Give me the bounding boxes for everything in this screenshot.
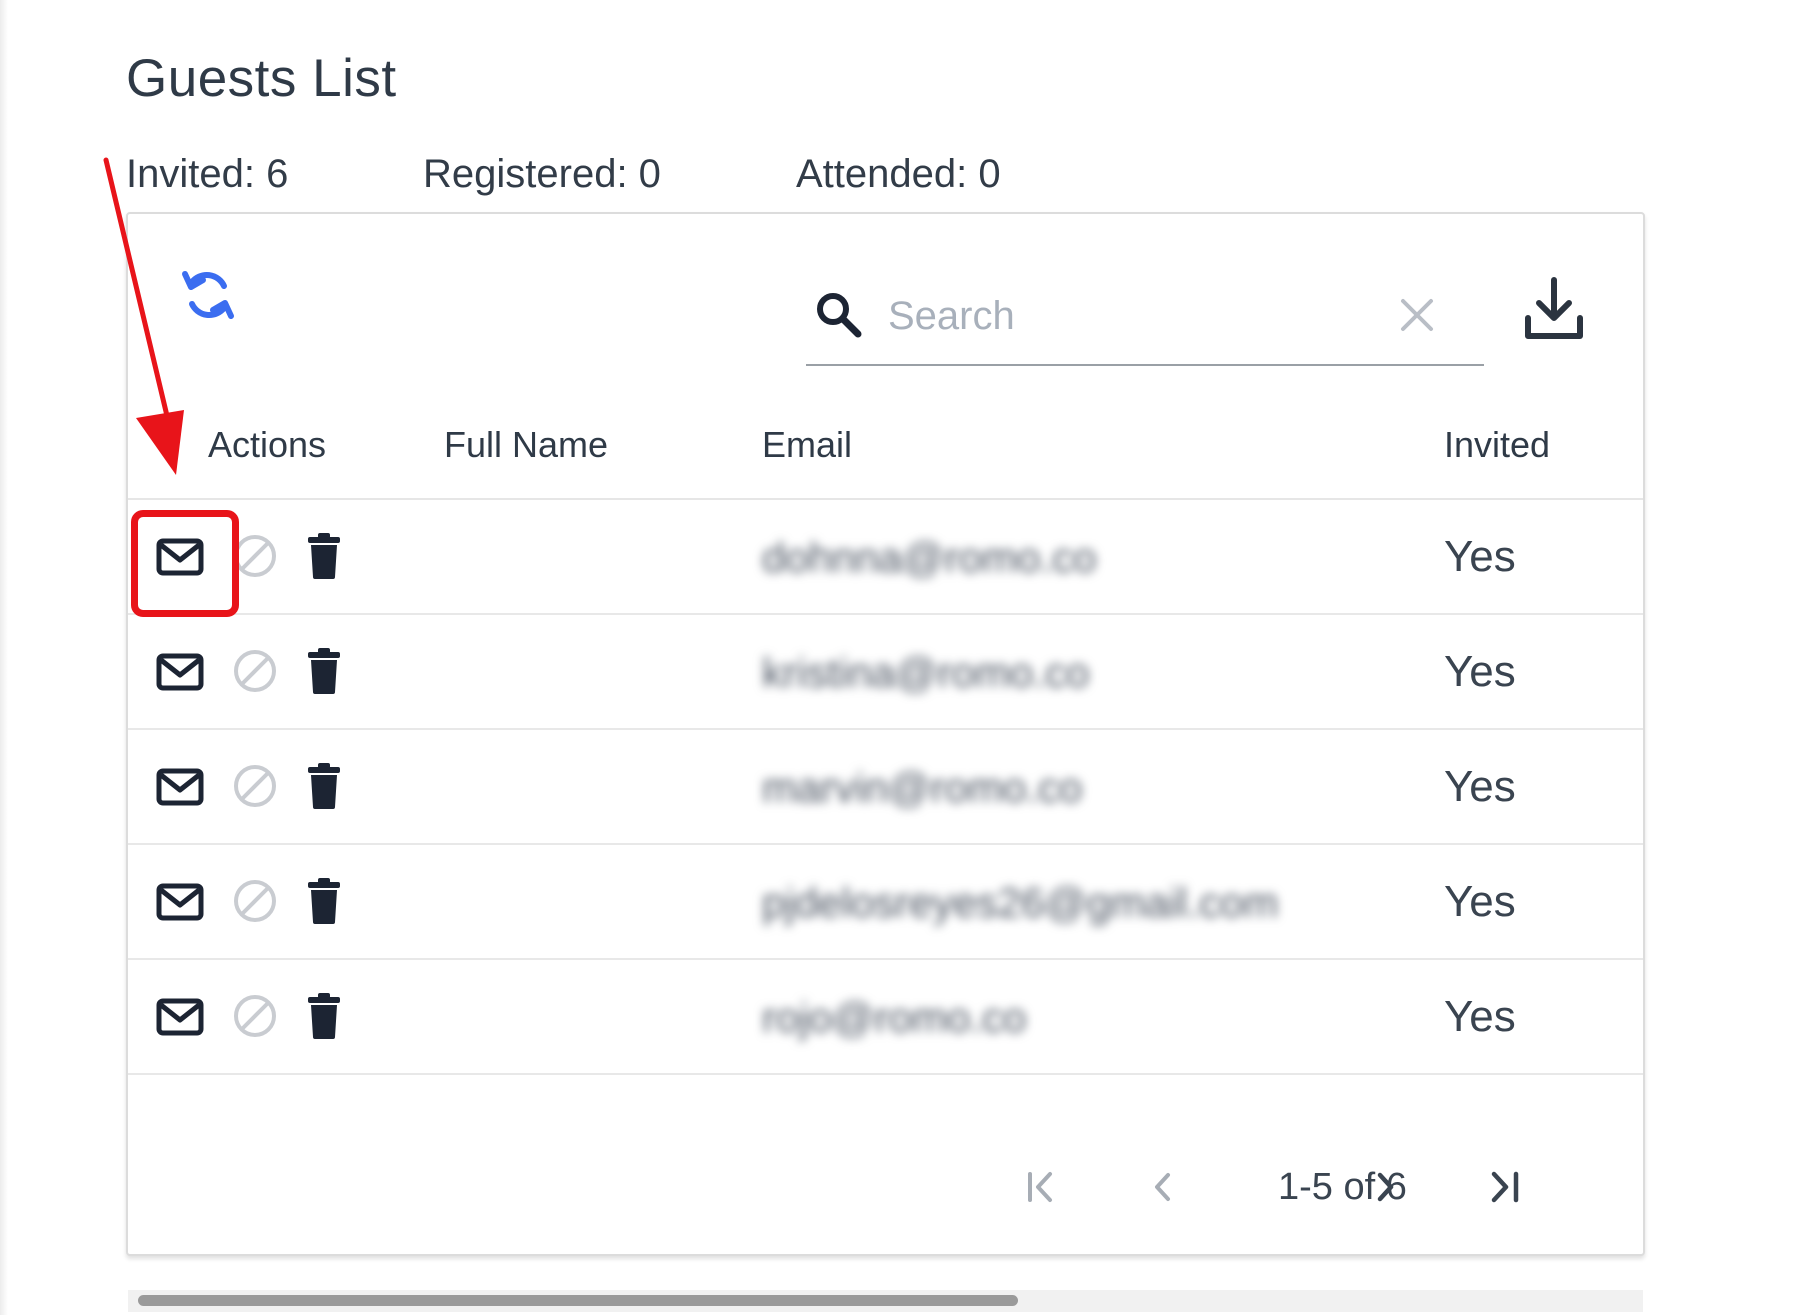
delete-button[interactable] <box>306 762 342 810</box>
mail-icon <box>156 768 204 806</box>
first-page-button[interactable] <box>1016 1162 1066 1212</box>
mail-icon <box>156 883 204 921</box>
revoke-button[interactable] <box>232 648 278 694</box>
block-icon <box>234 650 276 692</box>
window-edge <box>0 0 8 1315</box>
download-button[interactable] <box>1523 276 1585 342</box>
column-header-email[interactable]: Email <box>762 424 852 466</box>
invited-cell: Yes <box>1444 762 1516 811</box>
mail-icon <box>156 998 204 1036</box>
block-icon <box>234 765 276 807</box>
send-invite-button[interactable] <box>156 997 204 1037</box>
table-row: pjdelosreyes26@gmail.com Yes <box>128 845 1643 960</box>
email-cell: dohnna@romo.co <box>762 534 1097 581</box>
attended-count: Attended: 0 <box>796 152 1001 196</box>
chevron-left-icon <box>1155 1173 1170 1201</box>
table-row: kristina@romo.co Yes <box>128 615 1643 730</box>
send-invite-button[interactable] <box>156 882 204 922</box>
column-header-full-name[interactable]: Full Name <box>444 424 608 466</box>
search-icon <box>817 293 862 338</box>
email-cell: rojo@romo.co <box>762 994 1027 1041</box>
delete-button[interactable] <box>306 532 342 580</box>
table-body: dohnna@romo.co Yes kristina@romo.co Yes marv… <box>128 500 1643 1075</box>
last-page-button[interactable] <box>1480 1162 1530 1212</box>
invited-cell: Yes <box>1444 877 1516 926</box>
table-header: Actions Full Name Email Invited <box>128 386 1643 500</box>
invited-cell: Yes <box>1444 647 1516 696</box>
table-row: marvin@romo.co Yes <box>128 730 1643 845</box>
invited-cell: Yes <box>1444 992 1516 1041</box>
table-row: rojo@romo.co Yes <box>128 960 1643 1075</box>
trash-icon <box>308 878 340 924</box>
trash-icon <box>308 533 340 579</box>
search-input[interactable] <box>886 288 1370 344</box>
refresh-icon <box>182 271 234 319</box>
column-header-actions[interactable]: Actions <box>208 424 326 466</box>
page-title: Guests List <box>126 49 397 108</box>
scrollbar-thumb[interactable] <box>138 1295 1018 1306</box>
chevron-right-icon <box>1377 1172 1394 1202</box>
delete-button[interactable] <box>306 647 342 695</box>
horizontal-scrollbar[interactable] <box>128 1290 1643 1312</box>
email-cell: pjdelosreyes26@gmail.com <box>762 879 1279 926</box>
guests-table-card: Actions Full Name Email Invited dohnna@r… <box>126 212 1645 1312</box>
invited-count: Invited: 6 <box>126 152 289 196</box>
block-icon <box>234 995 276 1037</box>
close-icon[interactable] <box>1398 296 1436 334</box>
revoke-button[interactable] <box>232 993 278 1039</box>
download-icon <box>1525 277 1583 339</box>
trash-icon <box>308 993 340 1039</box>
table-row: dohnna@romo.co Yes <box>128 500 1643 615</box>
column-header-invited[interactable]: Invited <box>1444 424 1550 466</box>
email-cell: kristina@romo.co <box>762 649 1090 696</box>
mail-icon <box>156 653 204 691</box>
next-page-button[interactable] <box>1360 1162 1410 1212</box>
trash-icon <box>308 763 340 809</box>
trash-icon <box>308 648 340 694</box>
block-icon <box>234 880 276 922</box>
revoke-button[interactable] <box>232 763 278 809</box>
send-invite-button[interactable] <box>156 652 204 692</box>
annotation-highlight-box <box>131 510 239 617</box>
invited-cell: Yes <box>1444 532 1516 581</box>
guests-table: Actions Full Name Email Invited dohnna@r… <box>128 386 1643 1312</box>
refresh-button[interactable] <box>178 260 238 330</box>
registered-count: Registered: 0 <box>423 152 661 196</box>
search-field[interactable] <box>806 274 1484 366</box>
email-cell: marvin@romo.co <box>762 764 1083 811</box>
delete-button[interactable] <box>306 992 342 1040</box>
previous-page-button[interactable] <box>1138 1162 1188 1212</box>
last-page-icon <box>1491 1171 1519 1203</box>
revoke-button[interactable] <box>232 878 278 924</box>
delete-button[interactable] <box>306 877 342 925</box>
send-invite-button[interactable] <box>156 767 204 807</box>
first-page-icon <box>1028 1172 1052 1202</box>
